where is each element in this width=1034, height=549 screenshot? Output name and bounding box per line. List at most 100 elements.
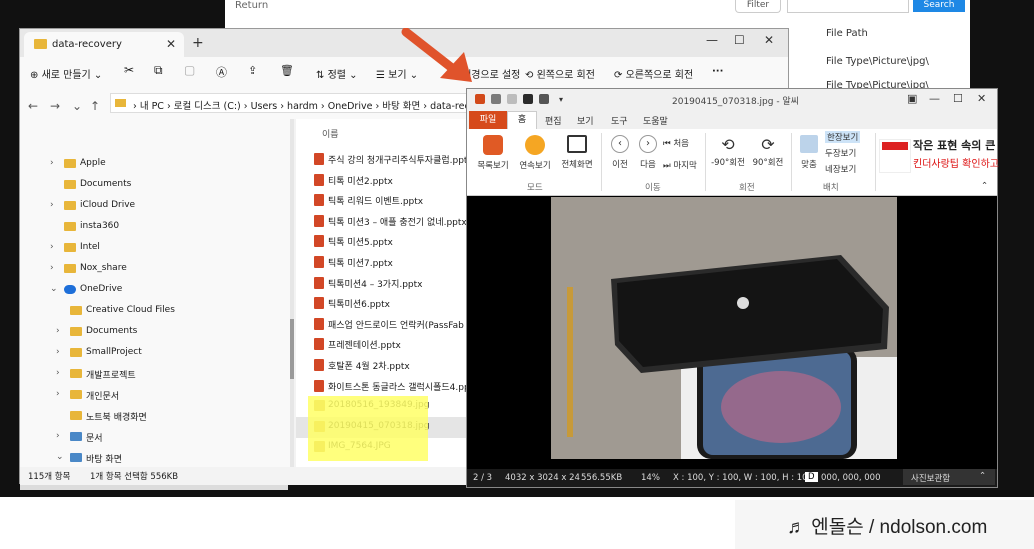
nav-item[interactable]: › 문서 bbox=[20, 428, 288, 448]
breadcrumb[interactable]: › 내 PC › 로컬 디스크 (C:) › Users › hardm › O… bbox=[133, 98, 496, 112]
minimize-icon[interactable]: — bbox=[706, 33, 718, 47]
fit-button[interactable]: 맞춤 bbox=[797, 135, 821, 170]
delete-icon[interactable]: 🗑 bbox=[280, 64, 294, 77]
expand-chevron-icon[interactable]: › bbox=[56, 389, 60, 399]
quad-view-button[interactable]: 네장보기 bbox=[825, 163, 856, 175]
scroll-thumb[interactable] bbox=[290, 319, 294, 379]
nav-item[interactable]: › 개인문서 bbox=[20, 386, 288, 406]
file-row[interactable]: 틱톡 미션5.pptx bbox=[296, 231, 471, 252]
tab-tools[interactable]: 도구 bbox=[611, 114, 628, 127]
up-arrow-icon[interactable]: ↑ bbox=[90, 99, 100, 113]
close-icon[interactable]: ✕ bbox=[977, 92, 986, 105]
first-button[interactable]: ⏮ 처음 bbox=[663, 137, 689, 149]
single-view-button[interactable]: 한장보기 bbox=[825, 131, 861, 143]
file-row[interactable]: 틱톡 미션7.pptx bbox=[296, 252, 471, 273]
share-icon[interactable]: ⇪ bbox=[248, 64, 257, 77]
close-icon[interactable]: ✕ bbox=[764, 33, 774, 47]
search-button[interactable]: Search bbox=[913, 0, 965, 12]
double-view-button[interactable]: 두장보기 bbox=[825, 147, 856, 159]
file-row[interactable]: 틱톡미션4 – 3가지.pptx bbox=[296, 273, 471, 294]
file-row[interactable]: 티톡 미션2.pptx bbox=[296, 170, 471, 191]
expand-chevron-icon[interactable]: ⌄ bbox=[50, 284, 58, 294]
maximize-icon[interactable]: ☐ bbox=[953, 92, 963, 105]
expand-chevron-icon[interactable]: › bbox=[56, 431, 60, 441]
expand-chevron-icon[interactable]: › bbox=[56, 347, 60, 357]
more-options-button[interactable]: ··· bbox=[712, 66, 723, 77]
filter-button[interactable]: Filter bbox=[735, 0, 781, 13]
maximize-icon[interactable]: ☐ bbox=[734, 33, 745, 47]
rotate-right-button[interactable]: ⟳ 오른쪽으로 회전 bbox=[614, 66, 693, 81]
nav-item[interactable]: › Nox_share bbox=[20, 260, 288, 280]
new-tab-icon[interactable]: + bbox=[192, 35, 204, 51]
new-button[interactable]: ⊕ 새로 만들기 ⌄ bbox=[30, 66, 102, 81]
expand-chevron-icon[interactable]: › bbox=[50, 200, 54, 210]
expand-chevron-icon[interactable]: ⌄ bbox=[56, 452, 64, 462]
file-path-header[interactable]: File Path bbox=[826, 28, 868, 39]
expand-chevron-icon[interactable]: › bbox=[56, 368, 60, 378]
next-button[interactable]: › 다음 bbox=[635, 135, 661, 170]
tab-edit[interactable]: 편집 bbox=[545, 114, 562, 127]
expand-chevron-icon[interactable]: › bbox=[50, 158, 54, 168]
print-icon[interactable] bbox=[539, 94, 549, 104]
close-tab-icon[interactable]: ✕ bbox=[166, 37, 176, 51]
recent-chevron-icon[interactable]: ⌄ bbox=[72, 99, 82, 113]
expand-chevron-icon[interactable]: › bbox=[56, 326, 60, 336]
tab-home[interactable]: 홈 bbox=[507, 111, 537, 129]
fullscreen-button[interactable]: 전체화면 bbox=[559, 135, 595, 170]
cut-icon[interactable]: ✂ bbox=[124, 63, 134, 77]
address-bar[interactable]: › 내 PC › 로컬 디스크 (C:) › Users › hardm › O… bbox=[110, 93, 496, 113]
sort-button[interactable]: ⇅ 정렬 ⌄ bbox=[316, 66, 358, 81]
expand-chevron-icon[interactable]: › bbox=[50, 242, 54, 252]
zoom-level[interactable]: 14% bbox=[641, 473, 660, 483]
column-header-name[interactable]: 이름 bbox=[322, 127, 339, 140]
advertisement-banner[interactable]: 작은 표현 속의 큰 킨더사랑팁 확인하고 bbox=[879, 133, 999, 179]
nav-item[interactable]: › Intel bbox=[20, 239, 288, 259]
previous-button[interactable]: ‹ 이전 bbox=[607, 135, 633, 170]
nav-item[interactable]: Documents bbox=[20, 176, 288, 196]
back-arrow-icon[interactable]: ← bbox=[28, 99, 38, 113]
file-row[interactable]: 프레젠테이션.pptx bbox=[296, 334, 471, 355]
expand-chevron-icon[interactable]: › bbox=[50, 263, 54, 273]
nav-item[interactable]: ⌄ OneDrive bbox=[20, 281, 288, 301]
collapse-ribbon-icon[interactable]: ⌃ bbox=[981, 181, 988, 191]
file-row[interactable]: 화이트스톤 동글라스 갤럭시폴드4.pptx bbox=[296, 376, 471, 397]
copy-icon[interactable]: ⧉ bbox=[154, 63, 163, 78]
nav-item[interactable]: › iCloud Drive bbox=[20, 197, 288, 217]
return-label[interactable]: Return bbox=[235, 0, 268, 11]
file-row[interactable]: 틱톡 미션3 – 애플 충전기 없네.pptx bbox=[296, 211, 471, 232]
paste-icon[interactable]: ▢ bbox=[184, 63, 195, 77]
tab-help[interactable]: 도움말 bbox=[643, 114, 668, 127]
slideshow-button[interactable]: 연속보기 bbox=[517, 135, 553, 171]
nav-item[interactable]: › Apple bbox=[20, 155, 288, 175]
list-view-button[interactable]: 목록보기 bbox=[475, 135, 511, 171]
file-row[interactable]: 호탈폰 4월 2차.pptx bbox=[296, 355, 471, 376]
quick-access-chevron-icon[interactable]: ▾ bbox=[559, 95, 563, 104]
file-row[interactable]: 주식 강의 청개구리주식투자클럽.pptx bbox=[296, 149, 471, 170]
nav-item[interactable]: › 개발프로젝트 bbox=[20, 365, 288, 385]
minimize-icon[interactable]: — bbox=[929, 92, 940, 105]
rotate-right-button[interactable]: ⟳ 90°회전 bbox=[751, 135, 785, 168]
last-button[interactable]: ⏭ 마지막 bbox=[663, 159, 697, 171]
settings-icon[interactable] bbox=[507, 94, 517, 104]
pin-icon[interactable]: ▣ bbox=[907, 92, 917, 105]
tab-file[interactable]: 파일 bbox=[469, 111, 507, 129]
save-icon[interactable] bbox=[523, 94, 533, 104]
rename-icon[interactable]: Ⓐ bbox=[216, 64, 227, 80]
nav-item[interactable]: › Documents bbox=[20, 323, 288, 343]
forward-arrow-icon[interactable]: → bbox=[50, 99, 60, 113]
file-row[interactable]: 틱톡미션6.pptx bbox=[296, 293, 471, 314]
open-icon[interactable] bbox=[491, 94, 501, 104]
storage-button[interactable]: 사진보관함 ⌃ bbox=[903, 469, 995, 485]
file-row[interactable]: 패스업 안드로이드 언락커(PassFab Andr bbox=[296, 314, 471, 335]
nav-item[interactable]: Creative Cloud Files bbox=[20, 302, 288, 322]
search-input[interactable] bbox=[787, 0, 909, 13]
rotate-left-button[interactable]: ⟲ -90°회전 bbox=[711, 135, 745, 168]
nav-item[interactable]: insta360 bbox=[20, 218, 288, 238]
tab-view[interactable]: 보기 bbox=[577, 114, 594, 127]
nav-item[interactable]: ⌄ 바탕 화면 bbox=[20, 449, 288, 469]
nav-item[interactable]: › SmallProject bbox=[20, 344, 288, 364]
rotate-left-button[interactable]: ⟲ 왼쪽으로 회전 bbox=[525, 66, 595, 81]
tab-data-recovery[interactable]: data-recovery ✕ bbox=[24, 32, 184, 57]
nav-item[interactable]: 노트북 배경화면 bbox=[20, 407, 288, 427]
file-row[interactable]: 틱톡 리워드 이벤트.pptx bbox=[296, 190, 471, 211]
